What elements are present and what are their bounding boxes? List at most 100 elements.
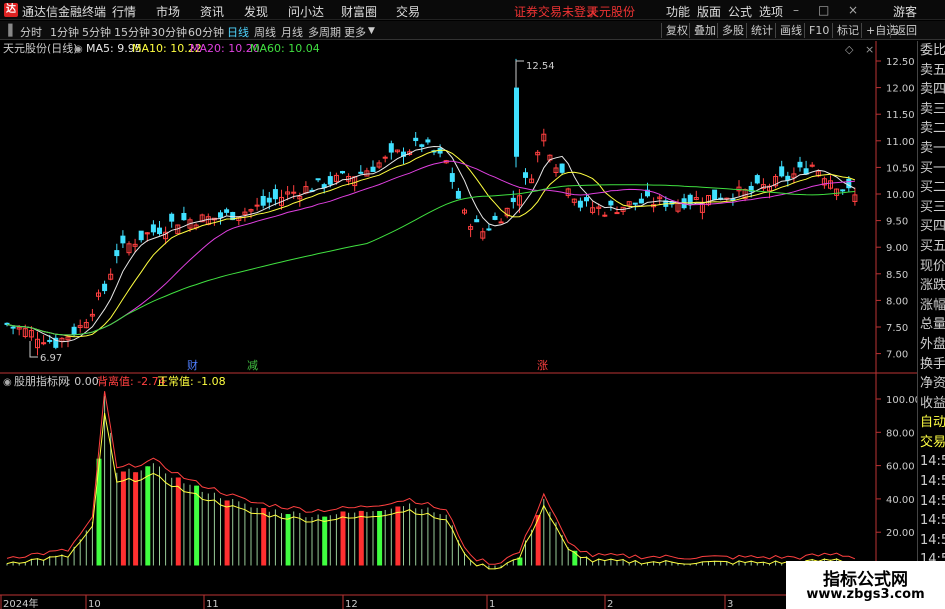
price-tick-label: 12.50 bbox=[886, 57, 915, 68]
indicator-title: 股朋指标网 bbox=[14, 374, 69, 388]
btn-mark[interactable]: 标记 bbox=[832, 23, 859, 38]
candle-body bbox=[47, 339, 53, 342]
candle-body bbox=[358, 171, 364, 174]
period-toolbar: ▐ 分时 1分钟 5分钟 15分钟 30分钟 60分钟 日线 周线 月线 多周期… bbox=[0, 21, 945, 40]
indicator-bar bbox=[224, 500, 230, 566]
indicator-tick-label: 40.00 bbox=[886, 495, 915, 506]
side-item: 14:55 bbox=[920, 454, 945, 470]
candle-body bbox=[785, 175, 791, 181]
indicator-bar bbox=[285, 514, 291, 566]
app-title: 通达信金融终端 bbox=[22, 5, 107, 19]
candle-body bbox=[559, 163, 565, 173]
diamond-icon[interactable]: ◇ bbox=[845, 43, 854, 56]
title-stock-name: 天元股份 bbox=[587, 5, 636, 19]
divergence-value: 背离值: -2.74 bbox=[97, 374, 166, 388]
side-item: 买一 bbox=[920, 160, 945, 176]
period-intraday[interactable]: 分时 bbox=[20, 24, 42, 40]
candle-body bbox=[523, 172, 528, 178]
period-5min[interactable]: 5分钟 bbox=[82, 24, 111, 40]
menu-discover[interactable]: 发现 bbox=[244, 3, 268, 20]
indicator-settings-icon[interactable]: ◉ bbox=[3, 377, 12, 388]
candle-body bbox=[577, 200, 583, 208]
watermark-logo: 指标公式网 www.zbgs3.com bbox=[786, 561, 945, 609]
side-item: 委比 bbox=[920, 43, 945, 58]
candle-body bbox=[455, 190, 461, 199]
candle-body bbox=[340, 171, 345, 174]
indicator-tick-label: 60.00 bbox=[886, 462, 915, 473]
x-axis-label: 2 bbox=[607, 599, 613, 609]
period-multi[interactable]: 多周期 bbox=[308, 24, 341, 40]
chevron-down-icon[interactable]: ▼ bbox=[368, 26, 375, 36]
btn-overlay[interactable]: 叠加 bbox=[689, 23, 716, 38]
price-tick-label: 9.00 bbox=[886, 243, 908, 254]
kline-chart[interactable]: 12.50 12.00 11.50 11.00 10.50 10.00 9.50 9.00 8.… bbox=[0, 41, 917, 609]
price-tick-label: 10.50 bbox=[886, 163, 915, 174]
event-rise[interactable]: 涨 bbox=[537, 359, 548, 372]
menu-news[interactable]: 资讯 bbox=[200, 3, 224, 20]
menu-market[interactable]: 市场 bbox=[156, 3, 180, 20]
btn-draw-line[interactable]: 画线 bbox=[775, 23, 802, 38]
period-30min[interactable]: 30分钟 bbox=[151, 24, 187, 40]
indicator-bar bbox=[133, 472, 139, 566]
guest-user[interactable]: 游客 bbox=[893, 3, 917, 20]
settings-circle-icon[interactable]: ◉ bbox=[74, 44, 83, 55]
candle-body bbox=[260, 195, 266, 206]
period-60min[interactable]: 60分钟 bbox=[188, 24, 224, 40]
side-item: 卖五 bbox=[920, 62, 945, 78]
menu-market-quotes[interactable]: 行情 bbox=[112, 3, 136, 20]
menu-layout[interactable]: 版面 bbox=[697, 3, 721, 20]
event-reduce[interactable]: 减 bbox=[247, 359, 258, 372]
indicator-tick-label: 100.00 bbox=[886, 395, 917, 406]
indicator-value: : 0.00 bbox=[67, 375, 99, 388]
candle-body bbox=[218, 212, 223, 218]
btn-back[interactable]: 返回 bbox=[890, 23, 917, 38]
candle-body bbox=[370, 166, 376, 172]
period-daily[interactable]: 日线 bbox=[227, 24, 249, 40]
quote-side-panel: 委比 卖五 卖四 卖三 卖二 卖一 买一 买二 买三 买四 买五 现价 涨跌 涨幅 总量 外盘 换手 净资 收益 自动… bbox=[917, 41, 945, 609]
menu-ask[interactable]: 问小达 bbox=[288, 3, 324, 20]
side-item: 14:55 bbox=[920, 493, 945, 509]
x-axis-label: 1 bbox=[489, 599, 495, 609]
maximize-icon[interactable]: □ bbox=[818, 3, 829, 17]
period-weekly[interactable]: 周线 bbox=[254, 24, 276, 40]
candle-body bbox=[120, 235, 126, 244]
low-price-label: 6.97 bbox=[40, 353, 62, 364]
candle-body bbox=[712, 189, 718, 200]
side-item: 收益 bbox=[920, 395, 945, 411]
candle-body bbox=[224, 209, 230, 213]
btn-f10[interactable]: F10 bbox=[804, 23, 829, 38]
close-icon[interactable]: × bbox=[865, 43, 874, 56]
candle-body bbox=[388, 143, 394, 153]
candle-body bbox=[840, 189, 846, 192]
indicator-bar bbox=[340, 511, 346, 566]
btn-statistics[interactable]: 统计 bbox=[746, 23, 773, 38]
menu-formula[interactable]: 公式 bbox=[728, 3, 752, 20]
menu-function[interactable]: 功能 bbox=[666, 3, 690, 20]
close-icon[interactable]: × bbox=[848, 3, 858, 17]
indicator-bar bbox=[175, 477, 181, 566]
period-monthly[interactable]: 月线 bbox=[281, 24, 303, 40]
period-more[interactable]: 更多 bbox=[344, 24, 366, 40]
indicator-bars bbox=[6, 396, 856, 570]
menu-trade[interactable]: 交易 bbox=[396, 3, 420, 20]
minimize-icon[interactable]: – bbox=[793, 3, 799, 17]
side-item: 总量 bbox=[920, 317, 945, 333]
period-15min[interactable]: 15分钟 bbox=[114, 24, 150, 40]
period-1min[interactable]: 1分钟 bbox=[50, 24, 79, 40]
indicator-ticks: 100.0080.0060.0040.0020.000.00 bbox=[876, 395, 917, 573]
event-finance[interactable]: 财 bbox=[187, 358, 198, 372]
price-tick-label: 8.50 bbox=[886, 270, 908, 281]
candle-body bbox=[138, 230, 144, 241]
price-tick-label: 11.50 bbox=[886, 110, 915, 121]
candle-body bbox=[486, 228, 492, 231]
btn-adjust[interactable]: 复权 bbox=[661, 23, 688, 38]
btn-multi-stock[interactable]: 多股 bbox=[717, 23, 744, 38]
candle-body bbox=[10, 326, 16, 329]
trade-login-warning[interactable]: 证券交易未登录 bbox=[514, 3, 598, 20]
app-window: 达 通达信金融终端 行情 市场 资讯 发现 问小达 财富圈 交易 证券交易未登录… bbox=[0, 0, 945, 609]
side-item: 涨幅 bbox=[920, 297, 945, 313]
candle-body bbox=[510, 197, 516, 203]
menu-wealth[interactable]: 财富圈 bbox=[341, 3, 377, 20]
candle-body bbox=[602, 214, 608, 217]
menu-options[interactable]: 选项 bbox=[759, 3, 783, 20]
